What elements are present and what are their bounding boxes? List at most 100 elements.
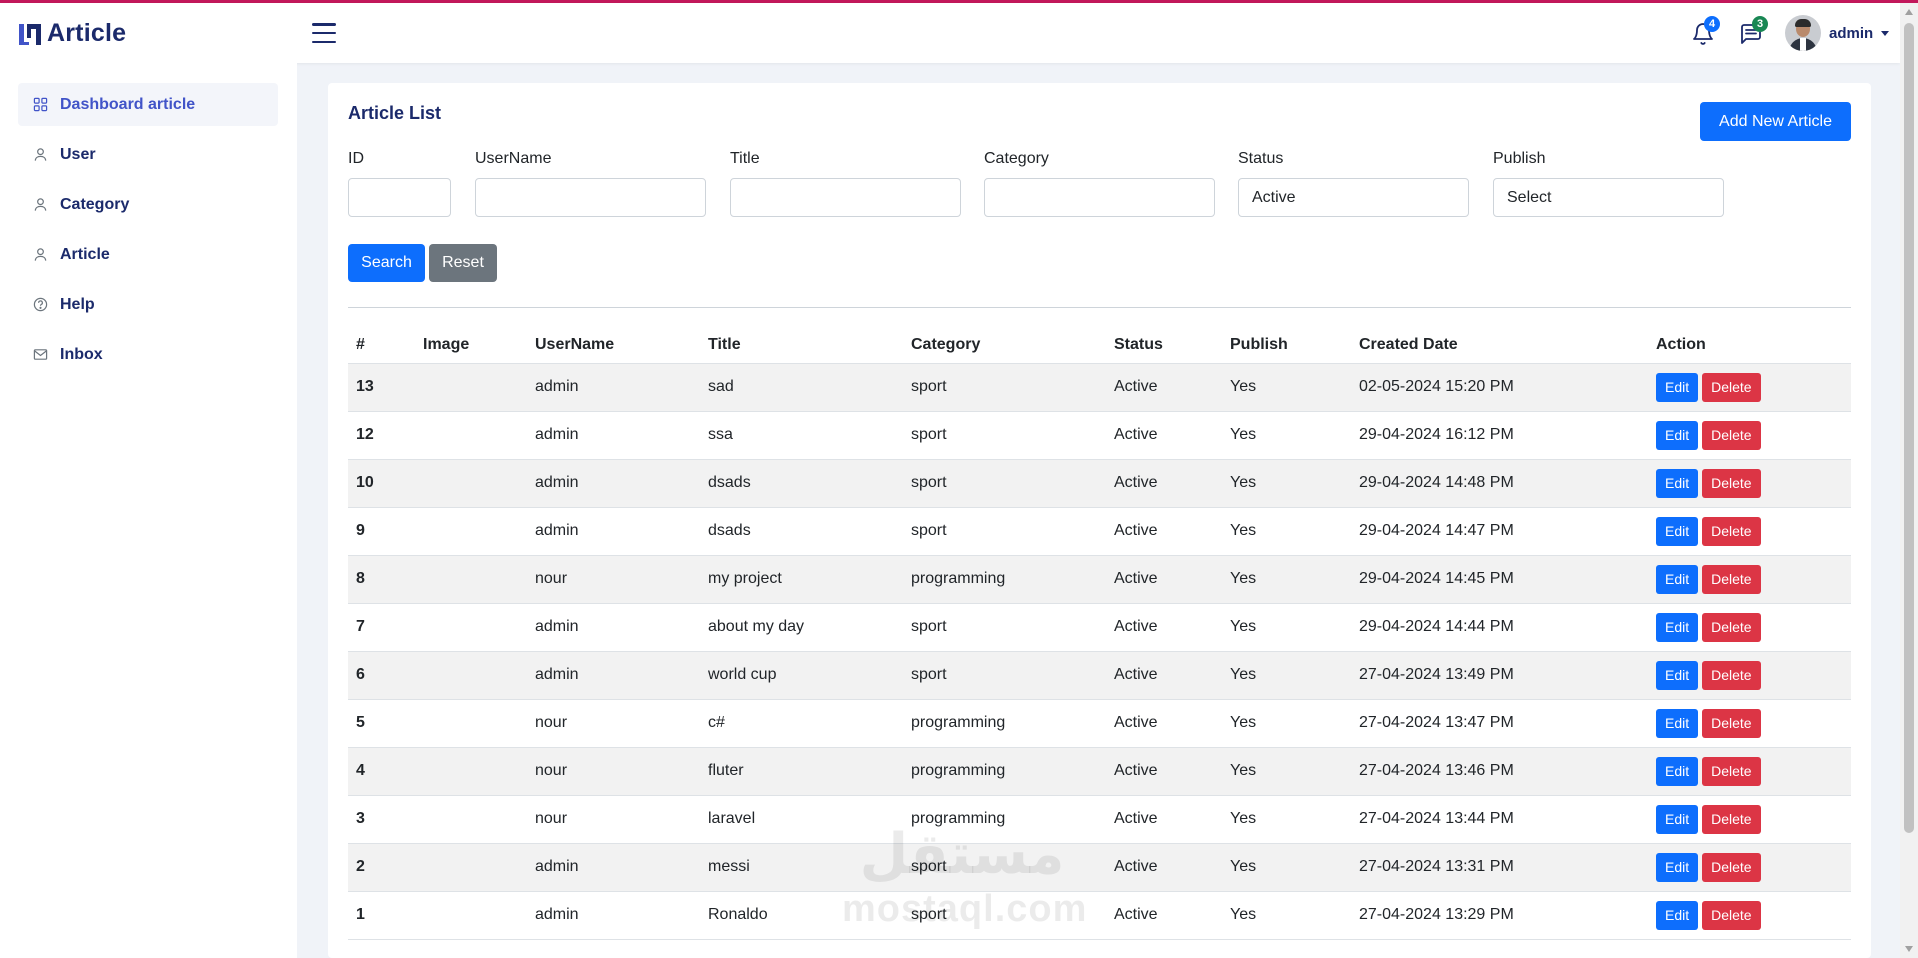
delete-button[interactable]: Delete	[1702, 660, 1761, 690]
cell-title: ssa	[700, 411, 903, 460]
cell-username: admin	[527, 891, 700, 940]
sidebar-item-user[interactable]: User	[18, 133, 278, 176]
cell-created: 29-04-2024 14:48 PM	[1351, 459, 1648, 508]
search-button[interactable]: Search	[348, 244, 425, 282]
delete-button[interactable]: Delete	[1702, 708, 1761, 738]
table-header-row: # Image UserName Title Category Status P…	[348, 328, 1851, 364]
sidebar-item-inbox[interactable]: Inbox	[18, 333, 278, 376]
filter-category: Category	[984, 150, 1215, 217]
delete-button[interactable]: Delete	[1702, 900, 1761, 930]
column-header: Publish	[1222, 328, 1351, 364]
edit-button[interactable]: Edit	[1656, 708, 1699, 738]
cell-action: Edit Delete	[1648, 411, 1851, 460]
cell-title: world cup	[700, 651, 903, 700]
username-input[interactable]	[475, 178, 706, 217]
cell-action: Edit Delete	[1648, 507, 1851, 556]
cell-action: Edit Delete	[1648, 603, 1851, 652]
cell-status: Active	[1106, 795, 1222, 844]
edit-button[interactable]: Edit	[1656, 612, 1699, 642]
cell-username: admin	[527, 603, 700, 652]
edit-button[interactable]: Edit	[1656, 804, 1699, 834]
cell-category: programming	[903, 795, 1106, 844]
edit-button[interactable]: Edit	[1656, 516, 1699, 546]
cell-created: 27-04-2024 13:29 PM	[1351, 891, 1648, 940]
cell-username: nour	[527, 699, 700, 748]
logo-text: Article	[47, 19, 127, 47]
cell-category: programming	[903, 699, 1106, 748]
cell-username: admin	[527, 411, 700, 460]
delete-button[interactable]: Delete	[1702, 612, 1761, 642]
messages-button[interactable]: 3	[1736, 16, 1768, 49]
delete-button[interactable]: Delete	[1702, 756, 1761, 786]
cell-id: 7	[348, 603, 415, 652]
user-icon	[32, 147, 48, 163]
table-row: 10 admin dsads sport Active Yes 29-04-2024 14:…	[348, 459, 1851, 508]
cell-image	[415, 603, 527, 652]
status-select[interactable]	[1238, 178, 1469, 217]
logo-icon	[19, 23, 41, 45]
edit-button[interactable]: Edit	[1656, 372, 1699, 402]
delete-button[interactable]: Delete	[1702, 564, 1761, 594]
sidebar-item-help[interactable]: Help	[18, 283, 278, 326]
id-input[interactable]	[348, 178, 451, 217]
edit-button[interactable]: Edit	[1656, 420, 1699, 450]
notifications-button[interactable]: 4	[1688, 16, 1720, 49]
delete-button[interactable]: Delete	[1702, 516, 1761, 546]
edit-button[interactable]: Edit	[1656, 660, 1699, 690]
publish-select[interactable]	[1493, 178, 1724, 217]
edit-button[interactable]: Edit	[1656, 852, 1699, 882]
cell-status: Active	[1106, 603, 1222, 652]
cell-publish: Yes	[1222, 843, 1351, 892]
cell-id: 12	[348, 411, 415, 460]
delete-button[interactable]: Delete	[1702, 852, 1761, 882]
menu-toggle-icon[interactable]	[312, 23, 336, 43]
cell-publish: Yes	[1222, 363, 1351, 412]
sidebar-item-article[interactable]: Article	[18, 233, 278, 276]
filter-id-label: ID	[348, 150, 364, 167]
cell-publish: Yes	[1222, 603, 1351, 652]
cell-created: 27-04-2024 13:47 PM	[1351, 699, 1648, 748]
articles-table: # Image UserName Title Category Status P…	[348, 328, 1851, 940]
filter-category-label: Category	[984, 150, 1049, 167]
sidebar-item-label: Dashboard article	[60, 95, 196, 113]
delete-button[interactable]: Delete	[1702, 420, 1761, 450]
delete-button[interactable]: Delete	[1702, 468, 1761, 498]
delete-button[interactable]: Delete	[1702, 372, 1761, 402]
cell-status: Active	[1106, 555, 1222, 604]
edit-button[interactable]: Edit	[1656, 900, 1699, 930]
cell-category: sport	[903, 411, 1106, 460]
title-input[interactable]	[730, 178, 961, 217]
reset-button[interactable]: Reset	[429, 244, 497, 282]
cell-username: nour	[527, 795, 700, 844]
page-title: Article List	[348, 103, 442, 123]
cell-status: Active	[1106, 411, 1222, 460]
scroll-up-icon[interactable]	[1905, 9, 1913, 15]
sidebar-item-dashboard-article[interactable]: Dashboard article	[18, 83, 278, 126]
cell-title: sad	[700, 363, 903, 412]
delete-button[interactable]: Delete	[1702, 804, 1761, 834]
cell-image	[415, 795, 527, 844]
filter-status-label: Status	[1238, 150, 1284, 167]
cell-username: nour	[527, 555, 700, 604]
category-input[interactable]	[984, 178, 1215, 217]
edit-button[interactable]: Edit	[1656, 564, 1699, 594]
filter-publish: Publish	[1493, 150, 1724, 217]
cell-status: Active	[1106, 891, 1222, 940]
table-row: 12 admin ssa sport Active Yes 29-04-2024 16:12…	[348, 411, 1851, 460]
cell-action: Edit Delete	[1648, 699, 1851, 748]
cell-id: 6	[348, 651, 415, 700]
page-scrollbar[interactable]	[1900, 3, 1918, 958]
sidebar-item-label: Inbox	[60, 345, 103, 363]
scrollbar-thumb[interactable]	[1904, 23, 1914, 833]
scroll-down-icon[interactable]	[1905, 946, 1913, 952]
cell-created: 27-04-2024 13:31 PM	[1351, 843, 1648, 892]
edit-button[interactable]: Edit	[1656, 756, 1699, 786]
edit-button[interactable]: Edit	[1656, 468, 1699, 498]
brand-logo[interactable]: Article	[17, 19, 126, 48]
add-new-article-button[interactable]: Add New Article	[1700, 102, 1851, 141]
column-header: Image	[415, 328, 527, 364]
column-header: Action	[1648, 328, 1851, 364]
sidebar-item-category[interactable]: Category	[18, 183, 278, 226]
user-profile-menu[interactable]: admin	[1785, 15, 1890, 51]
cell-category: sport	[903, 363, 1106, 412]
